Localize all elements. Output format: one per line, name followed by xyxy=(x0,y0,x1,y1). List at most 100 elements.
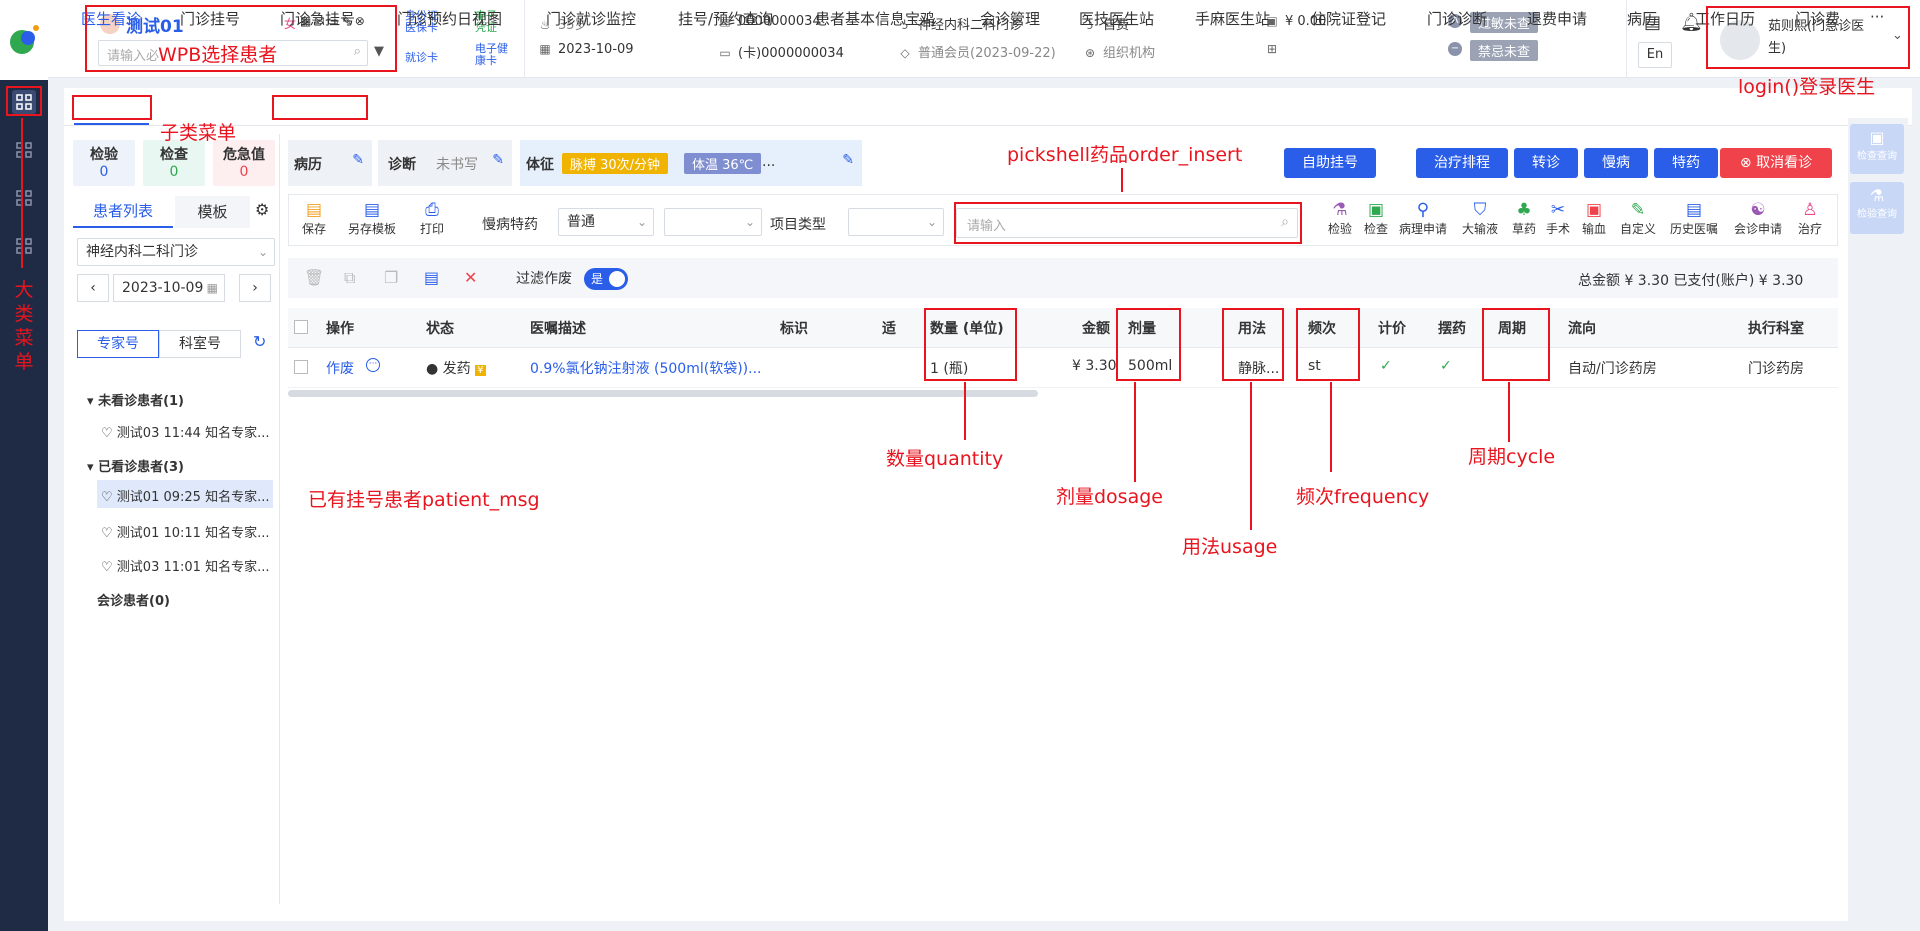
col-status[interactable]: 状态 xyxy=(426,318,454,338)
record-card[interactable]: 病历 ✎ xyxy=(288,140,372,186)
col-amount[interactable]: 金额 xyxy=(1082,318,1110,338)
row-checkbox[interactable] xyxy=(294,360,308,374)
tab-fees[interactable]: 门诊费用 xyxy=(1795,8,1841,29)
tab-visit-monitor[interactable]: 门诊就诊监控 xyxy=(546,8,636,29)
tab-medical-record[interactable]: 病历 xyxy=(1627,8,1657,29)
tab-inpatient-cert[interactable]: 住院证登记 xyxy=(1311,8,1386,29)
room-number-button[interactable]: 科室号 xyxy=(159,330,241,358)
chevron-down-icon[interactable]: ⌄ xyxy=(1892,28,1903,43)
tool-exam[interactable]: ▣ 检查 xyxy=(1364,200,1388,237)
group-seen[interactable]: ▾ 已看诊患者(3) xyxy=(87,456,184,475)
tool-history[interactable]: ▤ 历史医嘱 xyxy=(1670,200,1718,237)
edit-icon[interactable]: ✎ xyxy=(352,152,364,168)
more-icon[interactable]: ··· xyxy=(366,358,380,372)
refresh-icon[interactable]: ↻ xyxy=(253,332,266,351)
patient-item[interactable]: ♡ 测试01 10:11 知名专家... xyxy=(101,522,269,541)
patient-item[interactable]: ♡ 测试03 11:44 知名专家... xyxy=(101,422,269,441)
tool-surgery[interactable]: ✂ 手术 xyxy=(1546,200,1570,237)
tool-treatment[interactable]: ♙ 治疗 xyxy=(1798,200,1822,237)
row-usage[interactable]: 静脉... xyxy=(1238,358,1279,378)
tool-transfusion[interactable]: ▣ 输血 xyxy=(1582,200,1606,237)
col-dispense[interactable]: 摆药 xyxy=(1438,318,1466,338)
col-flow[interactable]: 流向 xyxy=(1568,318,1596,338)
col-quantity[interactable]: 数量 (单位) xyxy=(930,318,1004,338)
language-toggle[interactable]: En xyxy=(1638,42,1672,68)
delete-icon[interactable]: 🗑︎ xyxy=(304,268,324,287)
stat-exam[interactable]: 检查 0 xyxy=(143,140,205,186)
stat-critical[interactable]: 危急值 0 xyxy=(213,140,275,186)
row-frequency[interactable]: st xyxy=(1308,358,1321,374)
chronic-button[interactable]: 慢病 xyxy=(1584,148,1648,178)
tab-appointment-day[interactable]: 门诊预约日视图 xyxy=(397,8,502,29)
search-icon[interactable]: ⌕ xyxy=(354,44,361,59)
group-consult[interactable]: 会诊患者(0) xyxy=(97,590,170,609)
vitals-card[interactable]: 体征 脉搏 30次/分钟 体温 36℃ ... ✎ xyxy=(520,140,862,186)
tool-herb[interactable]: ♣ 草药 xyxy=(1512,200,1536,237)
tab-diagnosis[interactable]: 门诊诊断 xyxy=(1427,8,1487,29)
horizontal-scrollbar[interactable] xyxy=(288,390,1038,397)
chronic-select[interactable]: 普通 ⌄ xyxy=(558,208,654,236)
copy-icon[interactable]: ❐ xyxy=(384,268,398,287)
group-unseen[interactable]: ▾ 未看诊患者(1) xyxy=(87,390,184,409)
col-pricing[interactable]: 计价 xyxy=(1378,318,1406,338)
gear-icon[interactable]: ⚙ xyxy=(255,200,269,219)
tab-refund[interactable]: 退费申请 xyxy=(1527,8,1587,29)
tool-custom[interactable]: ✎ 自定义 xyxy=(1620,200,1656,237)
tab-work-calendar[interactable]: 工作日历 xyxy=(1695,8,1755,29)
col-desc[interactable]: 医嘱描述 xyxy=(530,318,586,338)
menu-grid-icon-2[interactable] xyxy=(12,138,36,166)
col-fit[interactable]: 适 xyxy=(882,318,896,338)
exam-query-button[interactable]: ▣ 检查查询 xyxy=(1850,124,1904,174)
col-frequency[interactable]: 频次 xyxy=(1308,318,1336,338)
tab-registration[interactable]: 门诊挂号 xyxy=(180,8,240,29)
treatment-schedule-button[interactable]: 治疗排程 xyxy=(1416,148,1508,178)
menu-grid-icon-4[interactable] xyxy=(12,234,36,262)
tab-appointment-query[interactable]: 挂号/预约查询 xyxy=(678,8,773,29)
tab-template[interactable]: 模板 xyxy=(175,196,250,228)
filter-icon[interactable]: ▼ xyxy=(374,44,384,59)
fee-cancel-icon[interactable]: ✕ xyxy=(464,268,477,287)
patient-item[interactable]: ♡ 测试03 11:01 知名专家... xyxy=(101,556,269,575)
row-quantity[interactable]: 1 (瓶) xyxy=(930,358,968,378)
tab-consultation[interactable]: 会诊管理 xyxy=(980,8,1040,29)
lab-query-button[interactable]: ⚗ 检验查询 xyxy=(1850,182,1904,234)
edit-icon[interactable]: ✎ xyxy=(842,152,854,168)
menu-grid-icon-1[interactable] xyxy=(12,90,36,114)
prev-day-button[interactable]: ‹ xyxy=(77,274,109,302)
menu-grid-icon-3[interactable] xyxy=(12,186,36,214)
special-drug-button[interactable]: 特药 xyxy=(1654,148,1718,178)
save-button[interactable]: ▤ 保存 xyxy=(302,200,326,237)
tool-lab[interactable]: ⚗ 检验 xyxy=(1328,200,1352,237)
tool-infusion[interactable]: ⛉ 大输液 xyxy=(1462,200,1498,237)
self-register-button[interactable]: 自助挂号 xyxy=(1284,148,1376,178)
secondary-select[interactable]: ⌄ xyxy=(664,208,762,236)
tab-emergency-registration[interactable]: 门诊急挂号 xyxy=(280,8,355,29)
gift-icon[interactable]: ⊞ xyxy=(1265,42,1285,57)
tab-doctor-visit[interactable]: 医生看诊 xyxy=(81,8,141,29)
referral-button[interactable]: 转诊 xyxy=(1514,148,1578,178)
tab-anesthesia-station[interactable]: 手麻医生站 xyxy=(1195,8,1270,29)
select-all-checkbox[interactable] xyxy=(294,320,308,334)
expert-number-button[interactable]: 专家号 xyxy=(77,330,159,358)
save-template-button[interactable]: ▤ 另存模板 xyxy=(348,200,396,237)
print-button[interactable]: ⎙ 打印 xyxy=(420,200,444,237)
col-op[interactable]: 操作 xyxy=(326,318,354,338)
tool-pathology[interactable]: ⚲ 病理申请 xyxy=(1399,200,1447,237)
tab-tech-station[interactable]: 医技医生站 xyxy=(1079,8,1154,29)
drug-search-input[interactable]: 请输入 ⌕ xyxy=(956,208,1298,238)
tab-more[interactable]: ··· xyxy=(1870,8,1884,26)
col-cycle[interactable]: 周期 xyxy=(1498,318,1526,338)
next-day-button[interactable]: › xyxy=(239,274,271,302)
department-select[interactable]: 神经内科二科门诊 ⌄ xyxy=(77,238,275,266)
search-icon[interactable]: ⌕ xyxy=(1281,214,1289,230)
date-picker[interactable]: 2023-10-09 ▦ xyxy=(113,274,225,302)
tool-consult[interactable]: ☯ 会诊申请 xyxy=(1734,200,1782,237)
row-dosage[interactable]: 500ml xyxy=(1128,358,1172,374)
diagnosis-card[interactable]: 诊断 未书写 ✎ xyxy=(378,140,512,186)
tab-patient-list[interactable]: 患者列表 xyxy=(73,196,173,228)
filter-void-toggle[interactable]: 是 xyxy=(584,268,628,290)
patient-item[interactable]: ♡ 测试01 09:25 知名专家... xyxy=(101,486,269,505)
cancel-visit-button[interactable]: ⊗ 取消看诊 xyxy=(1720,148,1832,178)
clipboard-icon[interactable]: ▤ xyxy=(424,268,439,287)
tab-patient-info[interactable]: 患者基本信息宝鸡 xyxy=(815,8,935,29)
